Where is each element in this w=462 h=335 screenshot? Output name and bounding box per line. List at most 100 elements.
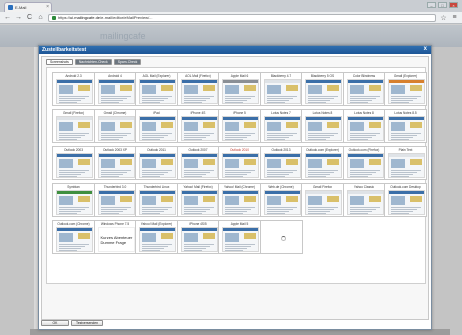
screenshot-thumbnail[interactable]: AOL Mail (Explorer) — [135, 72, 178, 106]
screenshot-thumbnail[interactable]: Thunderbird 3.0 — [93, 183, 137, 217]
screenshot-thumbnail[interactable]: Yahoo Classic — [342, 183, 386, 217]
preview-text-line — [308, 174, 330, 175]
preview-image — [100, 85, 115, 94]
screenshot-thumbnail[interactable]: Outlook.com (Firefox) — [342, 146, 386, 180]
preview-image — [59, 122, 73, 131]
screenshot-thumbnail[interactable]: Outlook 2007 — [176, 146, 220, 180]
thumbnail-label: Android 2.3 — [65, 74, 82, 78]
back-icon[interactable]: ← — [4, 14, 11, 21]
screenshot-thumbnail[interactable] — [259, 220, 303, 254]
preview-header — [181, 191, 217, 194]
preview-text-line — [391, 170, 421, 171]
screenshot-thumbnail[interactable]: Apple Mail 6 — [218, 72, 261, 106]
preview-image — [142, 85, 156, 94]
screenshot-thumbnail[interactable]: Color Blindness — [342, 72, 386, 106]
screenshot-thumbnail[interactable]: Gmail (Firefox) — [52, 109, 95, 143]
screenshot-thumbnail[interactable]: Symbian — [52, 183, 95, 217]
home-icon[interactable]: ⌂ — [37, 14, 44, 21]
preview-accent — [327, 159, 339, 165]
thumbnail-preview — [346, 116, 384, 141]
screenshot-thumbnail[interactable]: Outlook.com (Explorer) — [301, 146, 344, 180]
thumbnail-preview — [222, 153, 259, 178]
ok-button[interactable]: OK — [41, 320, 69, 326]
preview-text-line — [100, 207, 131, 208]
preview-text-line — [100, 139, 119, 140]
maximize-button[interactable]: □ — [438, 2, 447, 8]
screenshot-thumbnail[interactable]: Web.de (Chrome) — [259, 183, 303, 217]
thumbnail-preview — [388, 153, 425, 178]
preview-text-line — [183, 248, 206, 249]
preview-text-line — [59, 248, 81, 249]
screenshot-thumbnail[interactable]: Gmail (Explorer) — [384, 72, 427, 106]
tab-close-icon[interactable]: × — [46, 4, 49, 10]
preview-image — [266, 159, 281, 168]
screenshot-thumbnail[interactable]: AOL Mail (Firefox) — [176, 72, 220, 106]
preview-header — [264, 154, 300, 157]
preview-accent — [161, 85, 173, 91]
tab-message-check[interactable]: Nachrichten-Check — [74, 59, 112, 65]
thumbnail-preview: Kurzes Abenteuer Dumme Frage — [97, 227, 135, 252]
screenshot-thumbnail[interactable]: Lotus Notes 7 — [259, 109, 303, 143]
preview-text-line — [100, 96, 131, 97]
screenshot-thumbnail[interactable]: Yahoo! Mail (Firefox) — [176, 183, 220, 217]
dialog-title: Zustellbarkeitstest — [42, 47, 87, 53]
screenshot-thumbnail[interactable]: Yahoo! Mail (Chrome) — [218, 183, 261, 217]
preview-header — [389, 154, 424, 157]
screenshot-thumbnail[interactable]: Outlook 2010 — [218, 146, 261, 180]
window-close-button[interactable]: × — [449, 2, 458, 8]
menu-icon[interactable]: ≡ — [451, 14, 458, 21]
screenshot-thumbnail[interactable]: Outlook 2013 — [259, 146, 303, 180]
preview-header — [223, 191, 258, 194]
screenshot-thumbnail[interactable]: Plain Text — [384, 146, 427, 180]
screenshot-thumbnail[interactable]: Outlook 2003 XP — [93, 146, 137, 180]
preview-text-line — [59, 135, 85, 136]
reload-icon[interactable]: C — [26, 14, 33, 21]
screenshot-thumbnail[interactable]: Windows Phone 7.5 Kurzes Abenteuer Dumme F… — [93, 220, 137, 254]
screenshot-thumbnail[interactable]: Outlook.com (Chrome) — [52, 220, 95, 254]
browser-tab[interactable]: E-Mail × — [4, 2, 52, 12]
screenshot-thumbnail[interactable]: Android 4 — [93, 72, 137, 106]
preview-text-line — [225, 96, 255, 97]
star-icon[interactable]: ☆ — [440, 14, 447, 22]
screenshot-thumbnail[interactable]: Android 2.3 — [52, 72, 95, 106]
screenshot-thumbnail[interactable]: Outlook.com Desktop — [384, 183, 427, 217]
screenshot-thumbnail[interactable]: Blackberry 5 OS — [301, 72, 344, 106]
screenshot-thumbnail[interactable]: iPhone 5 — [218, 109, 261, 143]
screenshot-thumbnail[interactable]: Yahoo! Mail (Explorer) — [135, 220, 178, 254]
screenshot-thumbnail[interactable]: Apple Mail 5 — [218, 220, 261, 254]
screenshot-thumbnail[interactable]: iPhone 4S/5 — [176, 220, 220, 254]
screenshot-thumbnail[interactable]: Blackberry 4.7 — [259, 72, 303, 106]
minimize-button[interactable]: – — [427, 2, 436, 8]
tab-spam-check[interactable]: Spam-Check — [113, 59, 142, 65]
screenshot-thumbnail[interactable]: Lotus Notes 8.5 — [384, 109, 427, 143]
preview-text-line — [183, 135, 210, 136]
address-bar[interactable]: https://ui.mailingcafe.de/e-mail/editor/… — [48, 13, 436, 22]
preview-text-line — [266, 211, 289, 212]
tab-screenshots[interactable]: Screenshots — [46, 59, 73, 65]
forward-icon[interactable]: → — [15, 14, 22, 21]
screenshot-thumbnail[interactable]: iPhone 4S — [176, 109, 220, 143]
preview-text-line — [308, 172, 334, 173]
thumbnail-preview — [139, 153, 176, 178]
preview-text-line — [266, 100, 289, 101]
screenshot-thumbnail[interactable]: Thunderbird Linux — [135, 183, 178, 217]
preview-text-line — [391, 207, 421, 208]
thumbnail-label: Apple Mail 6 — [230, 74, 249, 78]
screenshot-thumbnail[interactable]: Lotus Notes 8 — [342, 109, 386, 143]
screenshot-thumbnail[interactable]: Gmail (Chrome) — [93, 109, 137, 143]
screenshot-thumbnail[interactable]: Gmail Firefox — [301, 183, 344, 217]
preview-text-line — [100, 137, 123, 138]
app-left-sidebar — [0, 47, 34, 335]
preview-text-line — [59, 133, 89, 134]
screenshot-thumbnail[interactable]: Outlook 2003 — [52, 146, 95, 180]
preview-text-line — [142, 213, 160, 214]
test-send-button[interactable]: Testversenden — [71, 320, 104, 326]
dialog-close-icon[interactable]: x — [424, 46, 427, 52]
screenshot-thumbnail[interactable]: iPad — [135, 109, 178, 143]
screenshot-thumbnail[interactable]: Outlook 2011 — [135, 146, 178, 180]
preview-accent — [327, 196, 339, 202]
tab-title: E-Mail — [15, 5, 27, 10]
screenshot-thumbnail[interactable]: Lotus Notes 8 — [301, 109, 344, 143]
thumbnail-preview — [139, 116, 176, 141]
preview-text-line — [183, 213, 202, 214]
